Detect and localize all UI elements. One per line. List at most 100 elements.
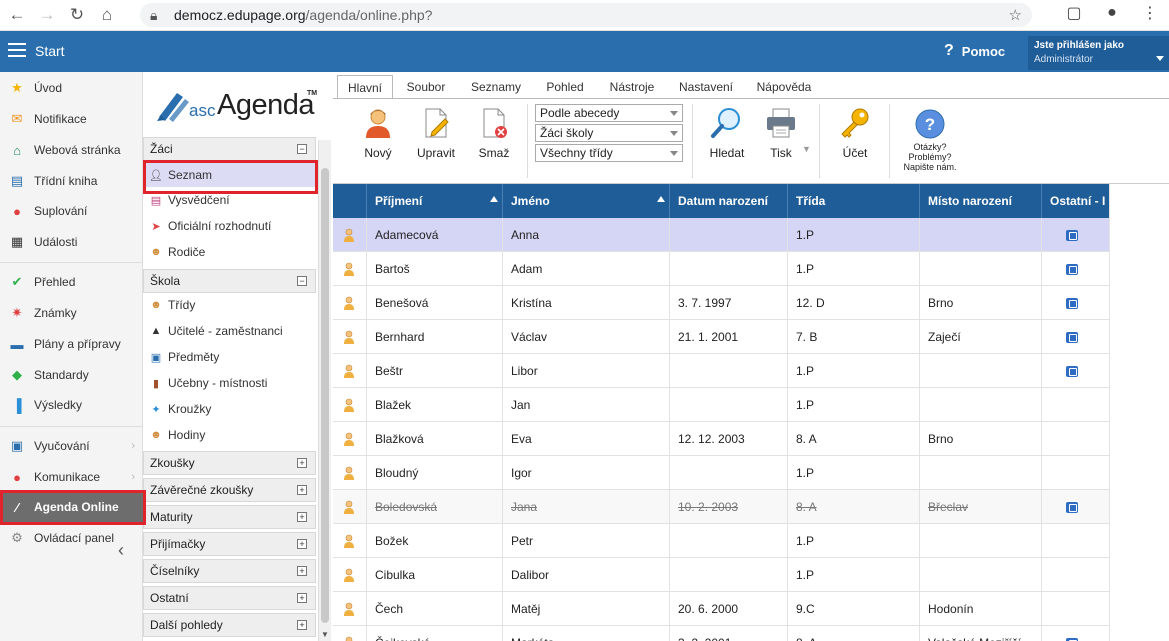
table-row[interactable]: Božek Petr 1.P bbox=[333, 524, 1109, 558]
delete-button[interactable]: Smaž bbox=[469, 106, 519, 178]
expand-icon[interactable]: + bbox=[297, 593, 307, 603]
tab-napoveda[interactable]: Nápověda bbox=[749, 75, 819, 98]
tree-item-hodiny[interactable]: ☻ Hodiny bbox=[143, 423, 316, 447]
tab-hlavni[interactable]: Hlavní bbox=[337, 75, 393, 99]
tree-group-zaci[interactable]: Žáci − bbox=[143, 137, 316, 161]
tree-item-krouzky[interactable]: ✦ Kroužky bbox=[143, 397, 316, 421]
table-row[interactable]: Benešová Kristína 3. 7. 1997 12. D Brno bbox=[333, 286, 1109, 320]
sort-select[interactable]: Podle abecedy bbox=[535, 104, 683, 122]
sidebar-item-vyučování[interactable]: ▣ Vyučování › bbox=[0, 431, 143, 461]
sidebar-item-suplování[interactable]: ● Suplování bbox=[0, 196, 143, 226]
header-jmeno[interactable]: Jméno bbox=[503, 184, 670, 218]
contact-card-icon[interactable] bbox=[1066, 331, 1078, 343]
expand-icon[interactable]: + bbox=[297, 566, 307, 576]
contact-card-icon[interactable] bbox=[1066, 365, 1078, 377]
tree-item-tridy[interactable]: ☻ Třídy bbox=[143, 293, 316, 317]
table-row[interactable]: Blažek Jan 1.P bbox=[333, 388, 1109, 422]
class-filter-select[interactable]: Všechny třídy bbox=[535, 144, 683, 162]
contact-card-icon[interactable] bbox=[1066, 501, 1078, 513]
collapse-sidebar-icon[interactable]: ‹ bbox=[118, 540, 124, 561]
expand-icon[interactable]: + bbox=[297, 485, 307, 495]
table-row[interactable]: Cibulka Dalibor 1.P bbox=[333, 558, 1109, 592]
user-menu[interactable]: Jste přihlášen jako Administrátor bbox=[1028, 36, 1169, 70]
sidebar-item-webová-stránka[interactable]: ⌂ Webová stránka bbox=[0, 135, 143, 165]
table-row[interactable]: Čech Matěj 20. 6. 2000 9.C Hodonín bbox=[333, 592, 1109, 626]
print-dropdown-icon[interactable]: ▼ bbox=[802, 144, 811, 154]
expand-icon[interactable]: + bbox=[297, 458, 307, 468]
help-button[interactable]: ? Pomoc bbox=[944, 42, 1005, 60]
table-row[interactable]: Boledovská Jana 10. 2. 2003 8. A Břeclav bbox=[333, 490, 1109, 524]
contact-card-icon[interactable] bbox=[1066, 263, 1078, 275]
app-title[interactable]: Start bbox=[35, 43, 65, 59]
tree-item-ucebny[interactable]: ▮ Učebny - místnosti bbox=[143, 371, 316, 395]
sidebar-item-přehled[interactable]: ✔ Přehled bbox=[0, 267, 143, 297]
collapse-icon[interactable]: − bbox=[297, 144, 307, 154]
sidebar-item-třídní-kniha[interactable]: ▤ Třídní kniha bbox=[0, 166, 143, 196]
tab-seznamy[interactable]: Seznamy bbox=[463, 75, 529, 98]
profile-avatar-icon[interactable]: ● bbox=[1093, 4, 1131, 22]
tab-nastroje[interactable]: Nástroje bbox=[601, 75, 663, 98]
table-row[interactable]: Adamecová Anna 1.P bbox=[333, 218, 1109, 252]
sidebar-item-notifikace[interactable]: ✉ Notifikace bbox=[0, 104, 143, 134]
expand-icon[interactable]: + bbox=[297, 620, 307, 630]
header-misto-narozeni[interactable]: Místo narození bbox=[920, 184, 1042, 218]
contact-card-icon[interactable] bbox=[1066, 297, 1078, 309]
scrollbar-thumb[interactable] bbox=[321, 168, 329, 623]
more-menu-icon[interactable]: ⋮ bbox=[1131, 3, 1169, 23]
sidebar-item-plány-a-přípravy[interactable]: ▬ Plány a přípravy bbox=[0, 329, 143, 359]
edit-button[interactable]: Upravit bbox=[411, 106, 461, 178]
header-ostatni[interactable]: Ostatní - I bbox=[1042, 184, 1109, 218]
tree-group-ostatni[interactable]: Ostatní + bbox=[143, 586, 316, 610]
tree-group-skola[interactable]: Škola − bbox=[143, 269, 316, 293]
contact-support-button[interactable]: ? Otázky? Problémy? Napište nám. bbox=[895, 108, 965, 172]
search-button[interactable]: Hledat bbox=[702, 106, 752, 178]
back-arrow-icon[interactable]: ← bbox=[4, 2, 30, 28]
collapse-icon[interactable]: − bbox=[297, 276, 307, 286]
table-row[interactable]: Beštr Libor 1.P bbox=[333, 354, 1109, 388]
students-filter-select[interactable]: Žáci školy bbox=[535, 124, 683, 142]
tree-group-prijimacky[interactable]: Přijímačky + bbox=[143, 532, 316, 556]
sidebar-item-komunikace[interactable]: ● Komunikace › bbox=[0, 462, 143, 492]
tree-item-predmety[interactable]: ▣ Předměty bbox=[143, 345, 316, 369]
expand-icon[interactable]: + bbox=[297, 512, 307, 522]
tree-group-maturity[interactable]: Maturity + bbox=[143, 505, 316, 529]
tree-item-rodice[interactable]: ☻ Rodiče bbox=[143, 240, 316, 264]
sidebar-item-úvod[interactable]: ★ Úvod bbox=[0, 73, 143, 103]
address-bar[interactable]: 🔒︎ democz.edupage.org/agenda/online.php?… bbox=[140, 3, 1032, 27]
tree-group-ciselniky[interactable]: Číselníky + bbox=[143, 559, 316, 583]
table-row[interactable]: Bloudný Igor 1.P bbox=[333, 456, 1109, 490]
tree-item-ucitele[interactable]: ▲ Učitelé - zaměstnanci bbox=[143, 319, 316, 343]
reload-icon[interactable]: ↻ bbox=[64, 2, 90, 28]
tab-soubor[interactable]: Soubor bbox=[397, 75, 455, 98]
sidebar-item-výsledky[interactable]: ▐ Výsledky bbox=[0, 390, 143, 420]
screen-capture-icon[interactable]: ▢ bbox=[1055, 3, 1093, 23]
bookmark-star-icon[interactable]: ☆ bbox=[1009, 6, 1022, 24]
new-button[interactable]: Nový bbox=[353, 106, 403, 178]
sidebar-item-známky[interactable]: ✷ Známky bbox=[0, 298, 143, 328]
contact-card-icon[interactable] bbox=[1066, 229, 1078, 241]
home-icon[interactable]: ⌂ bbox=[94, 2, 120, 28]
expand-icon[interactable]: + bbox=[297, 539, 307, 549]
tree-group-zkousky[interactable]: Zkoušky + bbox=[143, 451, 316, 475]
table-row[interactable]: Bartoš Adam 1.P bbox=[333, 252, 1109, 286]
tab-nastaveni[interactable]: Nastavení bbox=[670, 75, 742, 98]
table-row[interactable]: Bernhard Václav 21. 1. 2001 7. B Zaječí bbox=[333, 320, 1109, 354]
header-trida[interactable]: Třída bbox=[788, 184, 920, 218]
print-button[interactable]: Tisk bbox=[756, 106, 806, 178]
tree-scrollbar[interactable]: ▼ bbox=[318, 140, 331, 641]
sidebar-item-standardy[interactable]: ◆ Standardy bbox=[0, 360, 143, 390]
scroll-down-icon[interactable]: ▼ bbox=[321, 630, 329, 639]
tab-pohled[interactable]: Pohled bbox=[536, 75, 594, 98]
header-datum-narozeni[interactable]: Datum narození bbox=[670, 184, 788, 218]
tree-group-zaverecne[interactable]: Závěrečné zkoušky + bbox=[143, 478, 316, 502]
header-prijmeni[interactable]: Příjmení bbox=[367, 184, 503, 218]
hamburger-menu-icon[interactable] bbox=[8, 43, 26, 57]
table-row[interactable]: ČeikovskáMarkéta3. 2. 20018. AValašské M… bbox=[333, 626, 1109, 641]
tree-item-oficialni-rozhodnuti[interactable]: ➤ Oficiální rozhodnutí bbox=[143, 214, 316, 238]
forward-arrow-icon[interactable]: → bbox=[34, 2, 60, 28]
contact-card-icon[interactable] bbox=[1066, 637, 1078, 641]
account-button[interactable]: Účet bbox=[830, 106, 880, 178]
table-row[interactable]: Blažková Eva 12. 12. 2003 8. A Brno bbox=[333, 422, 1109, 456]
sidebar-item-události[interactable]: ▦ Události bbox=[0, 227, 143, 257]
tree-group-dalsi-pohledy[interactable]: Další pohledy + bbox=[143, 613, 316, 637]
